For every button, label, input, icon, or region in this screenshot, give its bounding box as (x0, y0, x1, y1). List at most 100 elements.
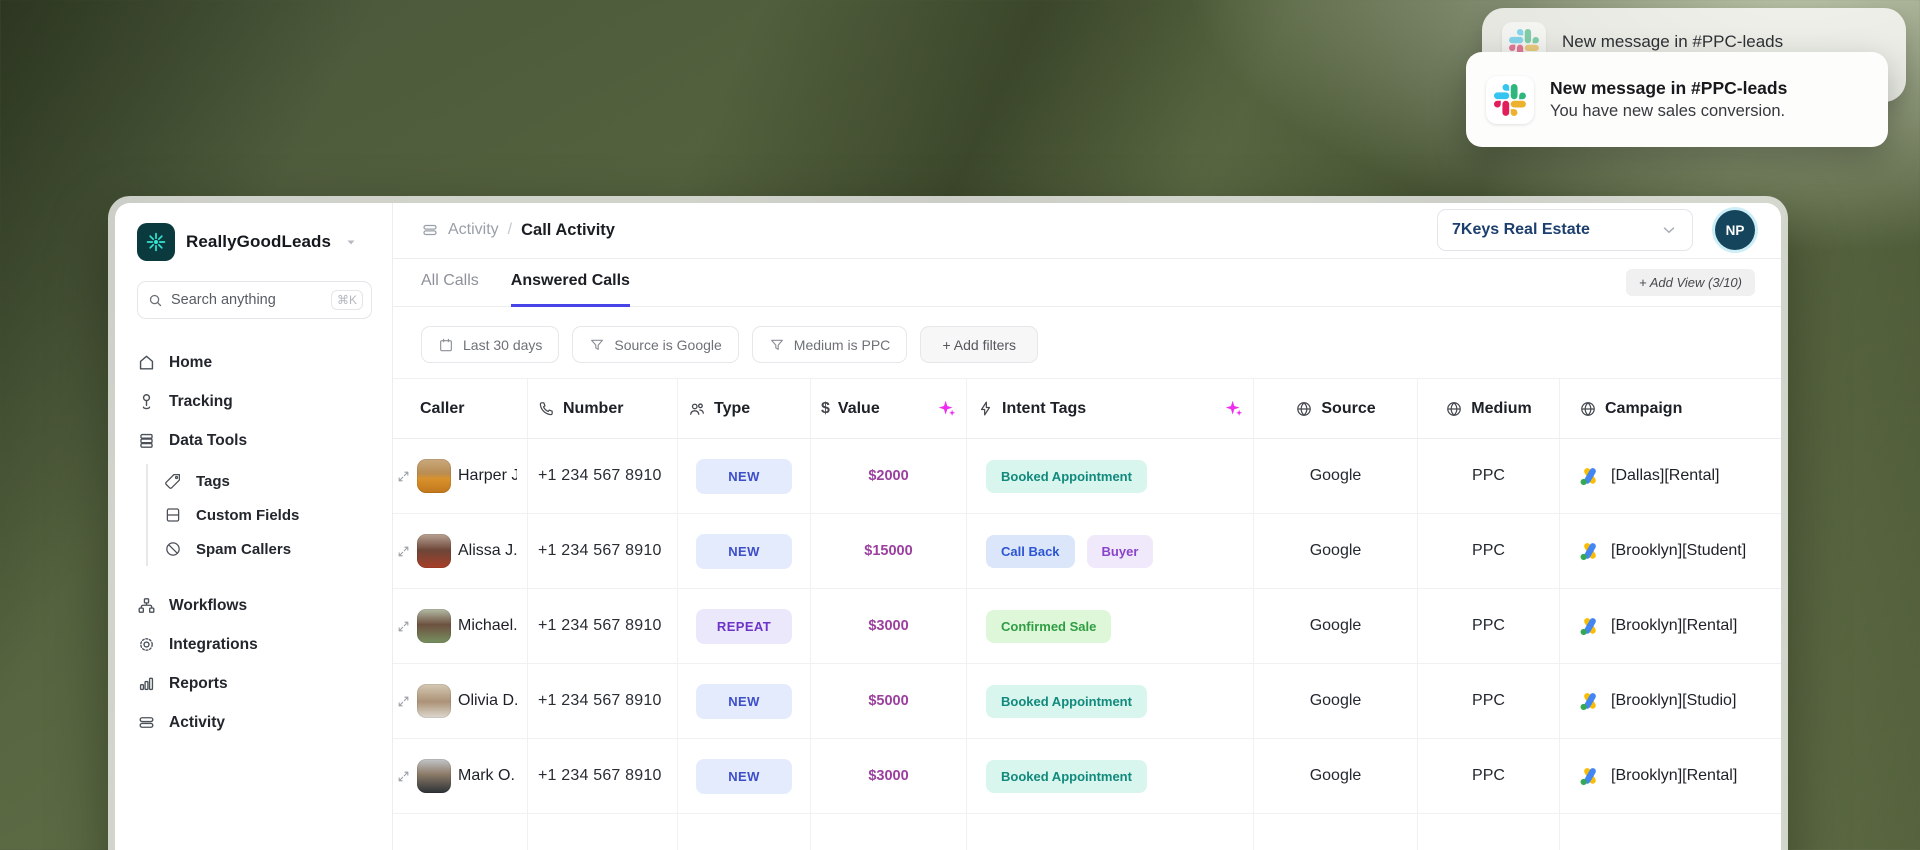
tracking-pin-icon (137, 392, 156, 411)
type-badge: NEW (696, 683, 792, 719)
column-header-campaign[interactable]: Campaign (1560, 379, 1781, 439)
sidebar-item-integrations[interactable]: Integrations (137, 625, 372, 664)
source-cell: Google (1254, 439, 1418, 514)
activity-icon (421, 221, 439, 239)
expand-icon[interactable] (397, 545, 410, 558)
intent-tag: Confirmed Sale (986, 609, 1112, 643)
value-cell: $3000 (811, 739, 967, 814)
campaign-cell: [Brooklyn][Student] (1560, 514, 1781, 589)
notification-body: You have new sales conversion. (1550, 102, 1786, 121)
filter-date-range[interactable]: Last 30 days (421, 326, 560, 363)
caller-cell[interactable]: Harper J. (393, 439, 528, 514)
slack-icon (1486, 75, 1534, 124)
expand-icon[interactable] (397, 770, 410, 783)
sidebar-item-spam-callers[interactable]: Spam Callers (164, 532, 372, 566)
account-select[interactable]: 7Keys Real Estate (1437, 209, 1693, 252)
tab-answered-calls[interactable]: Answered Calls (510, 259, 630, 307)
search-icon (148, 293, 163, 308)
google-ads-icon (1579, 765, 1601, 787)
add-view-button[interactable]: + Add View (3/10) (1626, 268, 1755, 296)
column-header-source[interactable]: Source (1254, 379, 1418, 439)
column-header-number[interactable]: Number (528, 379, 678, 439)
bar-chart-icon (137, 674, 156, 693)
caller-avatar (417, 759, 451, 793)
sidebar-item-custom-fields[interactable]: Custom Fields (164, 498, 372, 532)
source-cell: Google (1254, 589, 1418, 664)
app-window: ReallyGoodLeads ⌘K Home Tracking (108, 196, 1788, 850)
intent-tag: Booked Appointment (986, 759, 1147, 793)
workspace-name: ReallyGoodLeads (186, 232, 332, 251)
sidebar-item-activity[interactable]: Activity (137, 703, 372, 742)
account-select-value: 7Keys Real Estate (1452, 221, 1590, 239)
sidebar-item-reports[interactable]: Reports (137, 664, 372, 703)
ai-sparkle-icon[interactable] (1224, 399, 1243, 418)
value-cell: $3000 (811, 589, 967, 664)
column-header-value[interactable]: $ Value (811, 379, 967, 439)
filter-medium[interactable]: Medium is PPC (751, 326, 908, 363)
sidebar-item-data-tools[interactable]: Data Tools (137, 421, 372, 460)
number-cell: +1 234 567 8910 (528, 739, 678, 814)
filter-source[interactable]: Source is Google (572, 326, 739, 363)
sidebar-item-tags[interactable]: Tags (164, 464, 372, 498)
intent-tags-cell: Booked Appointment (967, 439, 1254, 514)
workspace-logo-icon (137, 223, 175, 261)
ai-sparkle-icon[interactable] (937, 399, 956, 418)
column-header-medium[interactable]: Medium (1418, 379, 1560, 439)
number-cell: +1 234 567 8910 (528, 514, 678, 589)
gear-icon (137, 635, 156, 654)
column-header-intent-tags[interactable]: Intent Tags (967, 379, 1254, 439)
caller-cell[interactable]: Olivia D. (393, 664, 528, 739)
search-input[interactable]: ⌘K (137, 281, 372, 319)
topbar: Activity / Call Activity 7Keys Real Esta… (393, 203, 1781, 259)
column-header-type[interactable]: Type (678, 379, 811, 439)
notification-title: New message in #PPC-leads (1562, 32, 1784, 51)
notification-title: New message in #PPC-leads (1550, 77, 1788, 98)
notification-slack[interactable]: New message in #PPC-leads You have new s… (1466, 52, 1888, 147)
caller-avatar (417, 459, 451, 493)
medium-cell: PPC (1418, 514, 1560, 589)
workspace-switcher[interactable]: ReallyGoodLeads (137, 223, 372, 261)
expand-icon[interactable] (397, 695, 410, 708)
filters-bar: Last 30 days Source is Google Medium is … (393, 307, 1781, 378)
search-field[interactable] (171, 292, 323, 308)
table-row: Mark O. +1 234 567 8910 NEW $3000 Booked… (393, 739, 1781, 814)
home-icon (137, 353, 156, 372)
main-panel: Activity / Call Activity 7Keys Real Esta… (393, 203, 1781, 850)
sidebar-item-tracking[interactable]: Tracking (137, 382, 372, 421)
phone-icon (538, 400, 555, 417)
campaign-cell: [Brooklyn][Studio] (1560, 664, 1781, 739)
expand-icon[interactable] (397, 470, 410, 483)
intent-tag: Buyer (1086, 534, 1154, 568)
google-ads-icon (1579, 540, 1601, 562)
source-cell: Google (1254, 664, 1418, 739)
breadcrumb-section[interactable]: Activity (448, 221, 499, 239)
caller-cell[interactable]: Michael.. (393, 589, 528, 664)
caller-cell[interactable]: Mark O. (393, 739, 528, 814)
campaign-cell: [Brooklyn][Rental] (1560, 739, 1781, 814)
expand-icon[interactable] (397, 620, 410, 633)
source-cell: Google (1254, 739, 1418, 814)
table-row: Harper J. +1 234 567 8910 NEW $2000 Book… (393, 439, 1781, 514)
sidebar-item-home[interactable]: Home (137, 343, 372, 382)
medium-cell: PPC (1418, 739, 1560, 814)
sidebar-item-workflows[interactable]: Workflows (137, 586, 372, 625)
add-filter-button[interactable]: + Add filters (920, 326, 1039, 363)
type-badge: REPEAT (696, 608, 792, 644)
intent-tags-cell: Booked Appointment (967, 739, 1254, 814)
intent-tag: Booked Appointment (986, 459, 1147, 493)
number-cell: +1 234 567 8910 (528, 439, 678, 514)
google-ads-icon (1579, 465, 1601, 487)
sidebar-nav: Home Tracking Data Tools Tags Custom Fie… (137, 343, 372, 742)
funnel-icon (769, 337, 785, 353)
people-icon (688, 400, 706, 418)
campaign-cell: [Brooklyn][Rental] (1560, 589, 1781, 664)
medium-cell: PPC (1418, 664, 1560, 739)
avatar[interactable]: NP (1715, 210, 1755, 251)
intent-tags-cell: Booked Appointment (967, 664, 1254, 739)
type-badge: NEW (696, 533, 792, 569)
value-cell: $5000 (811, 664, 967, 739)
column-header-caller[interactable]: Caller (393, 379, 528, 439)
tab-all-calls[interactable]: All Calls (421, 259, 479, 307)
google-ads-icon (1579, 690, 1601, 712)
caller-cell[interactable]: Alissa J. (393, 514, 528, 589)
